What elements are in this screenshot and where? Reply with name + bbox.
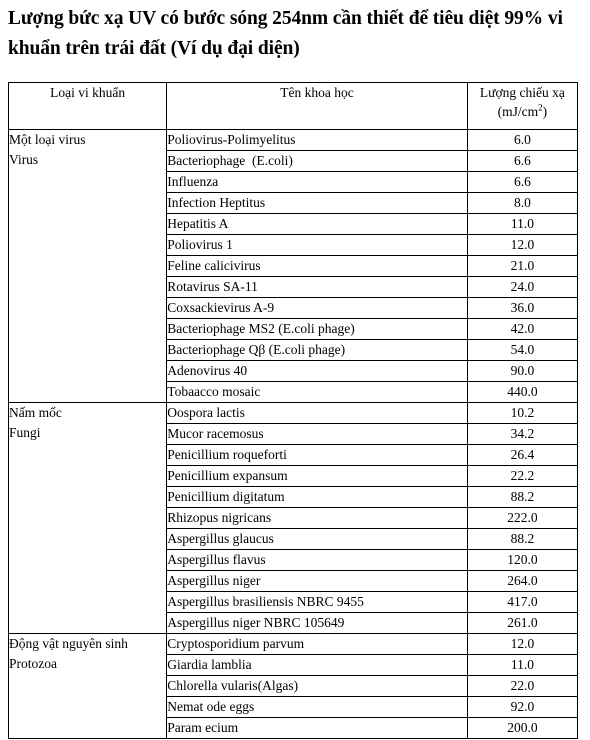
dose-value-cell: 10.2 <box>466 402 579 424</box>
dose-value-cell: 88.2 <box>466 528 579 550</box>
column-header-dose: Lượng chiếu xạ (mJ/cm2) <box>466 82 579 130</box>
category-cell: Động vật nguyên sinh Protozoa <box>7 633 168 739</box>
dose-value-cell: 200.0 <box>466 717 579 739</box>
dose-header-line2: (mJ/cm2) <box>468 102 577 121</box>
organism-name-cell: Poliovirus 1 <box>166 234 468 256</box>
organism-name-cell: Penicillium expansum <box>166 465 468 487</box>
organism-name-cell: Hepatitis A <box>166 213 468 235</box>
dose-value-cell: 440.0 <box>466 381 579 403</box>
table-body: Một loại virus Virus Poliovirus-Polimyelit… <box>7 129 579 739</box>
table-row: Động vật nguyên sinh Protozoa Cryptosporid… <box>7 633 579 739</box>
organism-name-cell: Aspergillus flavus <box>166 549 468 571</box>
organism-name-cell: Giardia lamblia <box>166 654 468 676</box>
organism-name-cell: Chlorella vularis(Algas) <box>166 675 468 697</box>
page-title: Lượng bức xạ UV có bước sóng 254nm cần t… <box>8 8 563 59</box>
category-label-en: Protozoa <box>9 656 57 671</box>
organism-name-cell: Aspergillus niger <box>166 570 468 592</box>
dose-value-cell: 12.0 <box>466 633 579 655</box>
dose-value-cell: 24.0 <box>466 276 579 298</box>
dose-value-cell: 11.0 <box>466 213 579 235</box>
table-row: Một loại virus Virus Poliovirus-Polimyelit… <box>7 129 579 403</box>
dose-value-cell: 6.6 <box>466 150 579 172</box>
dose-value-cell: 8.0 <box>466 192 579 214</box>
uv-dose-table: Loại vi khuẩn Tên khoa học Lượng chiếu x… <box>7 82 579 739</box>
organism-name-cell: Cryptosporidium parvum <box>166 633 468 655</box>
dose-value-cell: 88.2 <box>466 486 579 508</box>
dose-value-cell: 26.4 <box>466 444 579 466</box>
category-label-en: Virus <box>9 152 39 167</box>
dose-value-cell: 120.0 <box>466 549 579 571</box>
dose-value-cell: 222.0 <box>466 507 579 529</box>
dose-value-cell: 6.0 <box>466 129 579 151</box>
dose-value-cell: 11.0 <box>466 654 579 676</box>
dose-value-cell: 261.0 <box>466 612 579 634</box>
dose-value-cell: 90.0 <box>466 360 579 382</box>
organism-name-cell: Coxsackievirus A-9 <box>166 297 468 319</box>
organism-name-cell: Rhizopus nigricans <box>166 507 468 529</box>
category-label-vi: Một loại virus <box>9 132 86 147</box>
column-header-category: Loại vi khuẩn <box>7 82 168 130</box>
category-label-en: Fungi <box>9 425 41 440</box>
column-header-scientific-name: Tên khoa học <box>166 82 468 130</box>
organism-name-cell: Bacteriophage Qβ (E.coli phage) <box>166 339 468 361</box>
dose-value-cell: 264.0 <box>466 570 579 592</box>
dose-value-cell: 22.2 <box>466 465 579 487</box>
organism-name-cell: Bacteriophage (E.coli) <box>166 150 468 172</box>
dose-value-cell: 417.0 <box>466 591 579 613</box>
organism-name-cell: Influenza <box>166 171 468 193</box>
organism-name-cell: Nemat ode eggs <box>166 696 468 718</box>
organism-name-cell: Rotavirus SA-11 <box>166 276 468 298</box>
category-label-vi: Nấm mốc <box>9 405 62 420</box>
organism-name-cell: Poliovirus-Polimyelitus <box>166 129 468 151</box>
dose-unit-prefix: (mJ/cm <box>497 104 539 119</box>
document-page: Lượng bức xạ UV có bước sóng 254nm cần t… <box>0 0 590 740</box>
dose-value-cell: 92.0 <box>466 696 579 718</box>
organism-name-cell: Mucor racemosus <box>166 423 468 445</box>
dose-value-cell: 34.2 <box>466 423 579 445</box>
organism-name-cell: Oospora lactis <box>166 402 468 424</box>
organism-name-cell: Infection Heptitus <box>166 192 468 214</box>
dose-header-line1: Lượng chiếu xạ <box>479 85 565 100</box>
organism-name-cell: Param ecium <box>166 717 468 739</box>
organism-name-cell: Aspergillus niger NBRC 105649 <box>166 612 468 634</box>
organism-name-cell: Adenovirus 40 <box>166 360 468 382</box>
dose-value-cell: 12.0 <box>466 234 579 256</box>
table-row: Nấm mốc Fungi Oospora lactis 10.2 <box>7 402 579 634</box>
organism-name-cell: Penicillium digitatum <box>166 486 468 508</box>
dose-value-cell: 21.0 <box>466 255 579 277</box>
organism-name-cell: Aspergillus brasiliensis NBRC 9455 <box>166 591 468 613</box>
table-header: Loại vi khuẩn Tên khoa học Lượng chiếu x… <box>7 82 579 130</box>
dose-value-cell: 22.0 <box>466 675 579 697</box>
organism-name-cell: Tobaacco mosaic <box>166 381 468 403</box>
category-label-vi: Động vật nguyên sinh <box>9 636 128 651</box>
category-cell: Nấm mốc Fungi <box>7 402 168 634</box>
category-cell: Một loại virus Virus <box>7 129 168 403</box>
header-row: Loại vi khuẩn Tên khoa học Lượng chiếu x… <box>7 82 579 130</box>
organism-name-cell: Feline calicivirus <box>166 255 468 277</box>
dose-unit-suffix: ) <box>542 104 548 119</box>
organism-name-cell: Bacteriophage MS2 (E.coli phage) <box>166 318 468 340</box>
dose-value-cell: 36.0 <box>466 297 579 319</box>
dose-value-cell: 54.0 <box>466 339 579 361</box>
organism-name-cell: Aspergillus glaucus <box>166 528 468 550</box>
organism-name-cell: Penicillium roqueforti <box>166 444 468 466</box>
dose-value-cell: 6.6 <box>466 171 579 193</box>
dose-value-cell: 42.0 <box>466 318 579 340</box>
